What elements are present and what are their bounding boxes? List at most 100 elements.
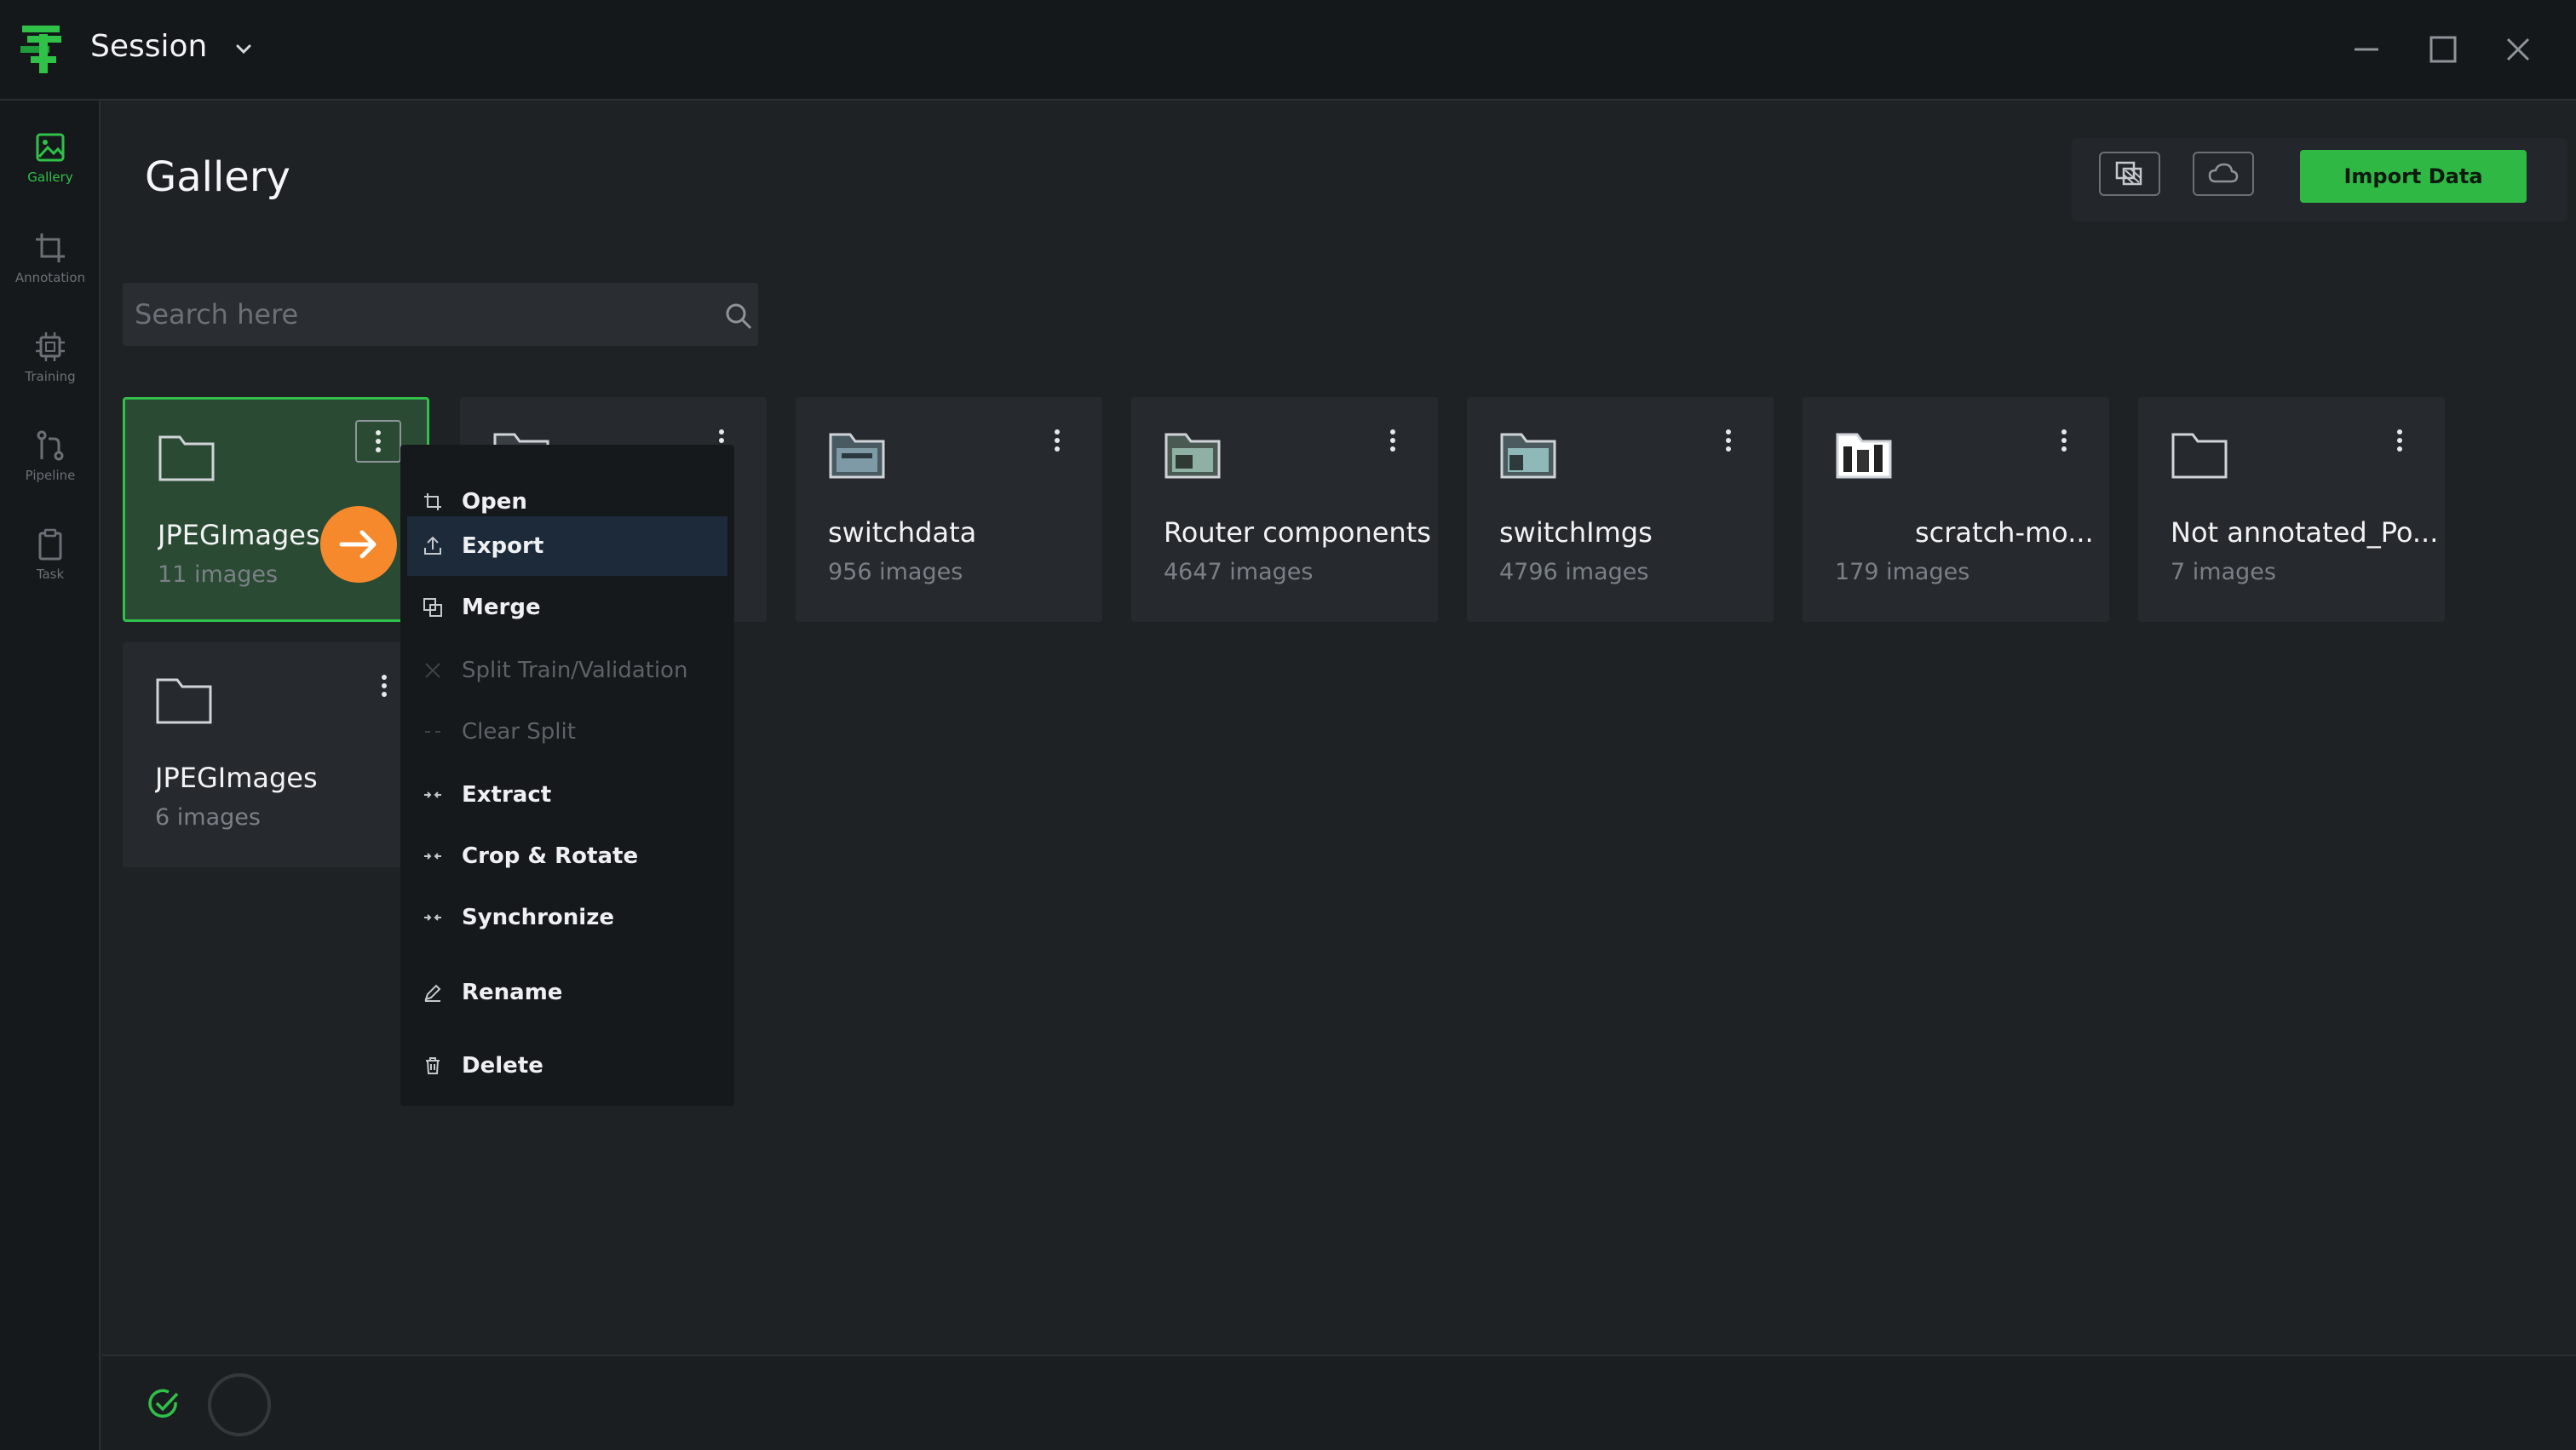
menu-label: Clear Split — [462, 719, 576, 745]
dataset-name: JPEGImages — [155, 762, 318, 794]
rail-label: Pipeline — [25, 468, 76, 483]
folder-icon — [156, 678, 212, 724]
folder-thumbnail-icon — [829, 433, 885, 479]
crop-icon — [36, 233, 65, 262]
rail-label: Task — [36, 567, 65, 582]
chip-icon — [36, 332, 65, 361]
kebab-menu-icon — [2397, 429, 2402, 452]
crop-rotate-icon — [424, 853, 441, 860]
menu-label: Rename — [462, 980, 563, 1005]
dataset-card[interactable]: JPEGImages 6 images — [123, 642, 429, 867]
rail-label: Annotation — [14, 270, 86, 285]
dataset-menu-button[interactable] — [1034, 419, 1080, 462]
close-icon[interactable] — [2501, 32, 2535, 66]
menu-item-merge[interactable]: Merge — [407, 578, 727, 637]
dataset-card[interactable]: scratch-mo... 179 images — [1803, 397, 2109, 622]
chevron-down-icon[interactable] — [232, 37, 256, 61]
merge-icon — [423, 598, 442, 617]
drag-arrow-indicator — [320, 506, 397, 583]
cloud-button[interactable] — [2193, 152, 2254, 196]
menu-item-clear-split: Clear Split — [407, 702, 727, 762]
dataset-name: JPEGImages — [158, 519, 320, 551]
dataset-count: 7 images — [2171, 559, 2276, 585]
dataset-card[interactable]: switchdata 956 images — [796, 397, 1102, 622]
menu-item-export[interactable]: Export — [407, 516, 727, 576]
kebab-menu-icon — [1390, 429, 1395, 452]
dataset-count: 4796 images — [1499, 559, 1649, 585]
dataset-count: 179 images — [1835, 559, 1970, 585]
menu-item-crop-rotate[interactable]: Crop & Rotate — [407, 826, 727, 886]
kebab-menu-icon — [1055, 429, 1060, 452]
gallery-icon — [36, 133, 65, 162]
dataset-menu-button[interactable] — [2377, 419, 2423, 462]
search-icon[interactable] — [724, 302, 753, 331]
trash-icon — [426, 1057, 440, 1074]
dataset-name: Router components — [1164, 516, 1431, 549]
loading-spinner — [208, 1373, 271, 1436]
folder-thumbnail-icon — [1164, 433, 1221, 479]
dataset-count: 956 images — [828, 559, 963, 585]
folder-thumbnail-icon — [1500, 433, 1556, 479]
menu-label: Export — [462, 533, 544, 559]
rail-item-pipeline[interactable]: Pipeline — [0, 409, 101, 503]
nav-rail: Gallery Annotation Training Pipeline Tas… — [0, 101, 101, 1450]
layers-button[interactable] — [2099, 152, 2160, 196]
rail-item-gallery[interactable]: Gallery — [0, 111, 101, 204]
rail-label: Training — [25, 369, 76, 384]
dataset-menu-button[interactable] — [355, 420, 401, 463]
menu-item-rename[interactable]: Rename — [407, 963, 727, 1022]
sync-icon — [424, 914, 441, 921]
rail-item-training[interactable]: Training — [0, 310, 101, 404]
dataset-card[interactable]: JPEGImages 11 images — [123, 397, 429, 622]
menu-label: Delete — [462, 1053, 543, 1079]
rail-item-annotation[interactable]: Annotation — [0, 211, 101, 305]
search-box — [123, 283, 758, 346]
dataset-card[interactable]: switchImgs 4796 images — [1467, 397, 1774, 622]
dataset-menu-button[interactable] — [1370, 419, 1416, 462]
dataset-menu-button[interactable] — [2041, 419, 2087, 462]
dataset-count: 6 images — [155, 804, 261, 831]
folder-icon — [2171, 433, 2228, 479]
dataset-menu-button[interactable] — [1705, 419, 1751, 462]
layers-icon — [2115, 161, 2142, 186]
status-bar — [102, 1355, 2576, 1450]
dataset-card[interactable]: Router components 4647 images — [1131, 397, 1438, 622]
cloud-icon — [2208, 163, 2239, 183]
dataset-card[interactable]: Not annotated_Po... 7 images — [2138, 397, 2445, 622]
app-logo-icon — [20, 26, 61, 73]
rail-label: Gallery — [27, 170, 73, 185]
pencil-icon — [424, 984, 441, 1002]
arrow-right-icon — [339, 530, 377, 559]
clipboard-icon — [38, 528, 62, 561]
dataset-name: scratch-mo... — [1915, 516, 2094, 549]
session-title[interactable]: Session — [90, 29, 207, 64]
page-title: Gallery — [145, 153, 290, 201]
menu-label: Synchronize — [462, 905, 614, 930]
menu-item-synchronize[interactable]: Synchronize — [407, 888, 727, 947]
clear-split-icon — [425, 731, 440, 733]
dataset-name: switchdata — [828, 516, 977, 549]
open-icon — [424, 493, 441, 510]
extract-icon — [424, 791, 441, 798]
split-icon — [425, 663, 440, 678]
menu-label: Extract — [462, 782, 552, 808]
context-menu: Open Export Merge Split Train/Validation… — [400, 445, 734, 1106]
pipeline-icon — [37, 430, 64, 461]
check-circle-icon — [148, 1389, 179, 1418]
menu-item-delete[interactable]: Delete — [407, 1036, 727, 1096]
minimize-icon[interactable] — [2349, 32, 2383, 66]
rail-item-task[interactable]: Task — [0, 508, 101, 601]
menu-label: Open — [462, 489, 527, 515]
maximize-icon[interactable] — [2426, 32, 2460, 66]
import-data-button[interactable]: Import Data — [2300, 150, 2527, 203]
search-input[interactable] — [135, 295, 697, 334]
dataset-count: 4647 images — [1164, 559, 1314, 585]
menu-item-extract[interactable]: Extract — [407, 765, 727, 825]
folder-thumbnail-icon — [1836, 433, 1892, 479]
folder-icon — [158, 435, 215, 481]
dataset-name: switchImgs — [1499, 516, 1653, 549]
kebab-menu-icon — [2061, 429, 2067, 452]
dataset-name: Not annotated_Po... — [2171, 516, 2439, 549]
kebab-menu-icon — [382, 675, 387, 697]
kebab-menu-icon — [376, 430, 381, 452]
